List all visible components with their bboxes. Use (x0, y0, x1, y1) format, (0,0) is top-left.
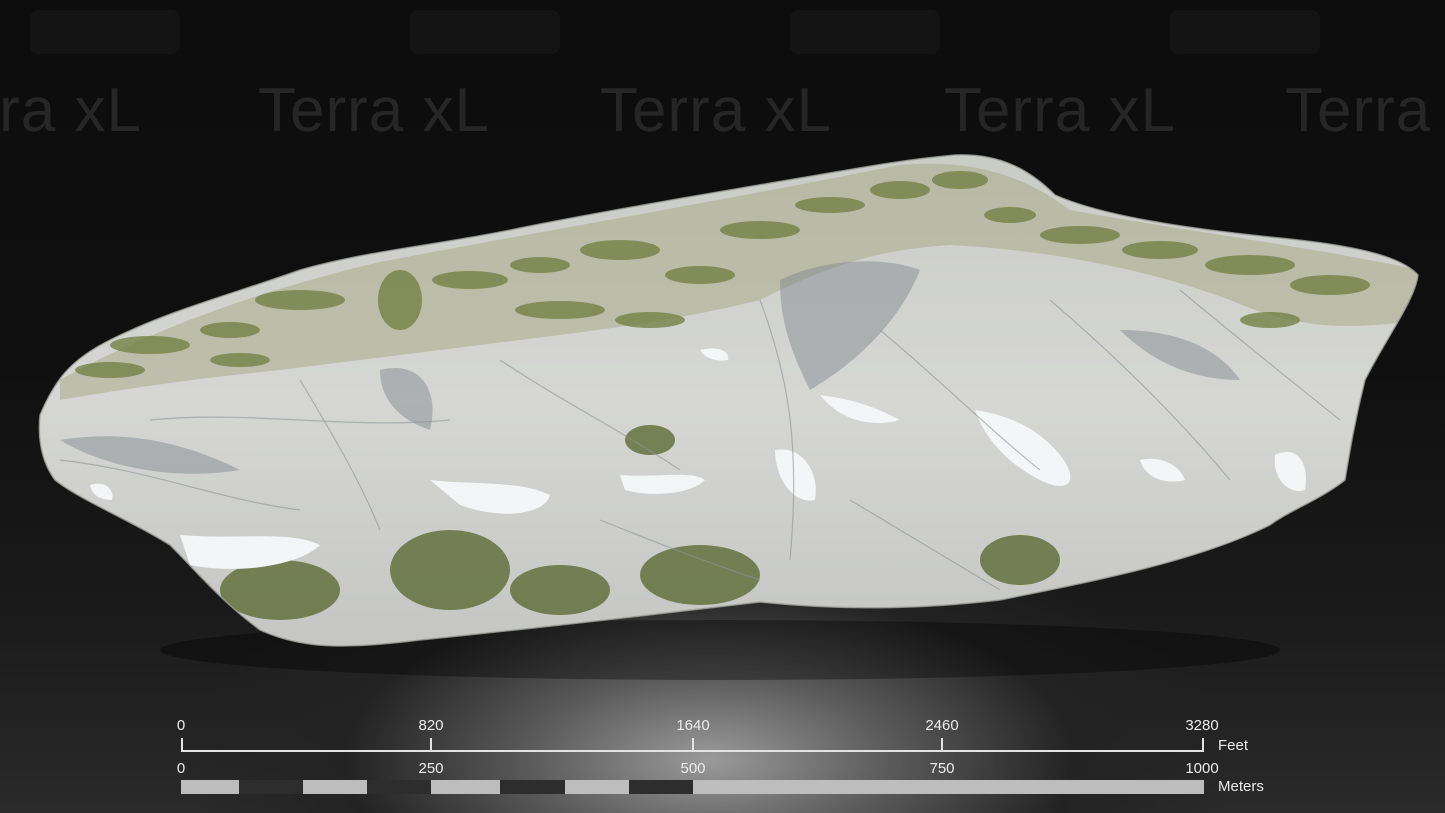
feet-unit-label: Feet (1218, 737, 1249, 754)
meters-segment-light (693, 780, 1204, 794)
meters-segment-dark (629, 780, 693, 794)
meters-segment-light (303, 780, 367, 794)
meters-segment-light (181, 780, 239, 794)
meters-segment-dark (239, 780, 303, 794)
feet-tick (1202, 738, 1204, 752)
feet-tick-label: 820 (418, 717, 444, 734)
meters-segment-light (431, 780, 500, 794)
scale-bar: 0 820 1640 2460 3280 Feet 0 250 500 750 … (0, 0, 1445, 813)
feet-tick-label: 0 (176, 717, 186, 734)
feet-tick (941, 738, 943, 752)
meters-tick-label: 0 (176, 760, 186, 777)
feet-tick (430, 738, 432, 752)
meters-tick-label: 750 (929, 760, 955, 777)
meters-tick-label: 1000 (1185, 760, 1219, 777)
feet-tick (692, 738, 694, 752)
feet-tick-label: 1640 (676, 717, 710, 734)
meters-tick-label: 500 (680, 760, 706, 777)
map-canvas: Terra xL Terra xL Terra xL Terra xL Terr… (0, 0, 1445, 813)
meters-unit-label: Meters (1218, 778, 1264, 795)
meters-segment-light (565, 780, 629, 794)
meters-tick-label: 250 (418, 760, 444, 777)
meters-segment-dark (367, 780, 431, 794)
feet-tick-label: 3280 (1185, 717, 1219, 734)
meters-segment-dark (500, 780, 565, 794)
feet-tick-label: 2460 (925, 717, 959, 734)
feet-tick (181, 738, 183, 752)
